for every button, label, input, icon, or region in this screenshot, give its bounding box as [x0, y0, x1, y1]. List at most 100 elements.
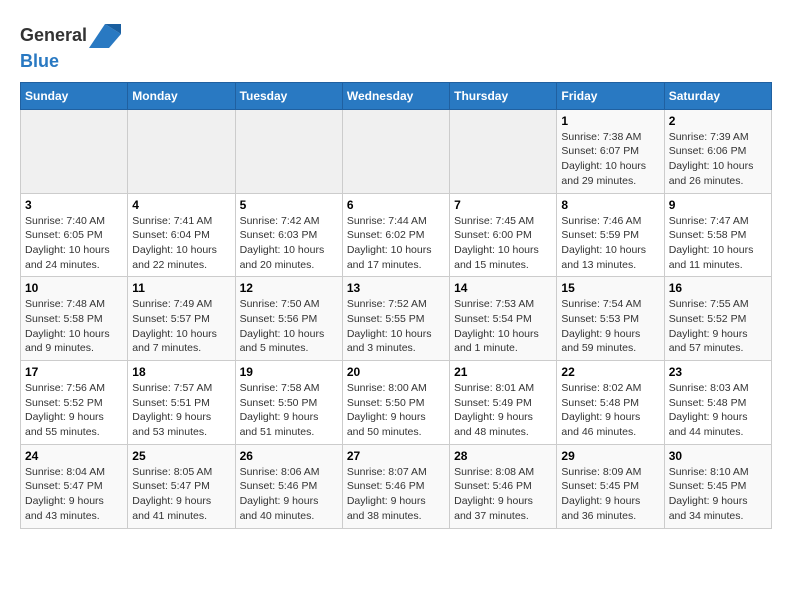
day-cell: 12Sunrise: 7:50 AM Sunset: 5:56 PM Dayli… — [235, 277, 342, 361]
day-number: 26 — [240, 449, 338, 463]
day-cell: 22 Sunrise: 8:02 AM Sunset: 5:48 PM Dayli… — [557, 361, 664, 445]
weekday-header-row: SundayMondayTuesdayWednesdayThursdayFrid… — [21, 82, 772, 109]
day-number: 22 — [561, 365, 659, 379]
day-number: 7 — [454, 198, 552, 212]
day-cell: 30Sunrise: 8:10 AM Sunset: 5:45 PM Dayli… — [664, 444, 771, 528]
day-number: 17 — [25, 365, 123, 379]
week-row-0: 1 Sunrise: 7:38 AM Sunset: 6:07 PM Daylig… — [21, 109, 772, 193]
day-cell: 3 Sunrise: 7:40 AM Sunset: 6:05 PM Daylig… — [21, 193, 128, 277]
page-header: General Blue — [20, 20, 772, 72]
day-cell: 20Sunrise: 8:00 AM Sunset: 5:50 PM Dayli… — [342, 361, 449, 445]
day-number: 16 — [669, 281, 767, 295]
day-info: Sunrise: 7:45 AM Sunset: 6:00 PM Dayligh… — [454, 214, 552, 273]
day-cell: 6 Sunrise: 7:44 AM Sunset: 6:02 PM Daylig… — [342, 193, 449, 277]
day-info: Sunrise: 7:56 AM Sunset: 5:52 PM Dayligh… — [25, 381, 123, 440]
week-row-3: 17 Sunrise: 7:56 AM Sunset: 5:52 PM Dayli… — [21, 361, 772, 445]
calendar-body: 1 Sunrise: 7:38 AM Sunset: 6:07 PM Daylig… — [21, 109, 772, 528]
weekday-tuesday: Tuesday — [235, 82, 342, 109]
day-cell: 16 Sunrise: 7:55 AM Sunset: 5:52 PM Dayli… — [664, 277, 771, 361]
day-number: 28 — [454, 449, 552, 463]
day-cell: 10 Sunrise: 7:48 AM Sunset: 5:58 PM Dayli… — [21, 277, 128, 361]
day-number: 27 — [347, 449, 445, 463]
day-info: Sunrise: 8:01 AM Sunset: 5:49 PM Dayligh… — [454, 381, 552, 440]
day-cell: 21 Sunrise: 8:01 AM Sunset: 5:49 PM Dayli… — [450, 361, 557, 445]
day-info: Sunrise: 8:10 AM Sunset: 5:45 PM Dayligh… — [669, 465, 767, 524]
day-cell: 15Sunrise: 7:54 AM Sunset: 5:53 PM Dayli… — [557, 277, 664, 361]
day-cell — [128, 109, 235, 193]
day-info: Sunrise: 8:05 AM Sunset: 5:47 PM Dayligh… — [132, 465, 230, 524]
day-info: Sunrise: 7:41 AM Sunset: 6:04 PM Dayligh… — [132, 214, 230, 273]
weekday-sunday: Sunday — [21, 82, 128, 109]
day-info: Sunrise: 7:55 AM Sunset: 5:52 PM Dayligh… — [669, 297, 767, 356]
day-cell: 23 Sunrise: 8:03 AM Sunset: 5:48 PM Dayli… — [664, 361, 771, 445]
day-info: Sunrise: 7:57 AM Sunset: 5:51 PM Dayligh… — [132, 381, 230, 440]
day-info: Sunrise: 7:46 AM Sunset: 5:59 PM Dayligh… — [561, 214, 659, 273]
day-cell: 19 Sunrise: 7:58 AM Sunset: 5:50 PM Dayli… — [235, 361, 342, 445]
day-cell: 7 Sunrise: 7:45 AM Sunset: 6:00 PM Daylig… — [450, 193, 557, 277]
day-info: Sunrise: 8:08 AM Sunset: 5:46 PM Dayligh… — [454, 465, 552, 524]
day-number: 19 — [240, 365, 338, 379]
day-cell: 9 Sunrise: 7:47 AM Sunset: 5:58 PM Daylig… — [664, 193, 771, 277]
day-info: Sunrise: 7:49 AM Sunset: 5:57 PM Dayligh… — [132, 297, 230, 356]
day-number: 4 — [132, 198, 230, 212]
day-info: Sunrise: 7:48 AM Sunset: 5:58 PM Dayligh… — [25, 297, 123, 356]
day-number: 12 — [240, 281, 338, 295]
day-cell: 14Sunrise: 7:53 AM Sunset: 5:54 PM Dayli… — [450, 277, 557, 361]
week-row-2: 10 Sunrise: 7:48 AM Sunset: 5:58 PM Dayli… — [21, 277, 772, 361]
day-number: 24 — [25, 449, 123, 463]
logo: General Blue — [20, 20, 121, 72]
day-info: Sunrise: 7:47 AM Sunset: 5:58 PM Dayligh… — [669, 214, 767, 273]
day-number: 13 — [347, 281, 445, 295]
day-info: Sunrise: 8:09 AM Sunset: 5:45 PM Dayligh… — [561, 465, 659, 524]
day-info: Sunrise: 7:52 AM Sunset: 5:55 PM Dayligh… — [347, 297, 445, 356]
day-number: 23 — [669, 365, 767, 379]
day-number: 14 — [454, 281, 552, 295]
day-info: Sunrise: 8:07 AM Sunset: 5:46 PM Dayligh… — [347, 465, 445, 524]
day-cell: 26Sunrise: 8:06 AM Sunset: 5:46 PM Dayli… — [235, 444, 342, 528]
calendar-table: SundayMondayTuesdayWednesdayThursdayFrid… — [20, 82, 772, 529]
day-cell: 5 Sunrise: 7:42 AM Sunset: 6:03 PM Daylig… — [235, 193, 342, 277]
day-info: Sunrise: 7:40 AM Sunset: 6:05 PM Dayligh… — [25, 214, 123, 273]
day-cell: 8 Sunrise: 7:46 AM Sunset: 5:59 PM Daylig… — [557, 193, 664, 277]
day-number: 5 — [240, 198, 338, 212]
weekday-friday: Friday — [557, 82, 664, 109]
day-cell: 28 Sunrise: 8:08 AM Sunset: 5:46 PM Dayli… — [450, 444, 557, 528]
day-info: Sunrise: 8:03 AM Sunset: 5:48 PM Dayligh… — [669, 381, 767, 440]
day-info: Sunrise: 7:54 AM Sunset: 5:53 PM Dayligh… — [561, 297, 659, 356]
day-cell: 11 Sunrise: 7:49 AM Sunset: 5:57 PM Dayli… — [128, 277, 235, 361]
day-cell — [21, 109, 128, 193]
day-cell: 25Sunrise: 8:05 AM Sunset: 5:47 PM Dayli… — [128, 444, 235, 528]
day-number: 21 — [454, 365, 552, 379]
day-number: 3 — [25, 198, 123, 212]
logo-blue: Blue — [20, 51, 59, 71]
day-number: 2 — [669, 114, 767, 128]
week-row-1: 3 Sunrise: 7:40 AM Sunset: 6:05 PM Daylig… — [21, 193, 772, 277]
day-number: 1 — [561, 114, 659, 128]
day-info: Sunrise: 7:42 AM Sunset: 6:03 PM Dayligh… — [240, 214, 338, 273]
weekday-wednesday: Wednesday — [342, 82, 449, 109]
weekday-monday: Monday — [128, 82, 235, 109]
day-cell: 2Sunrise: 7:39 AM Sunset: 6:06 PM Daylig… — [664, 109, 771, 193]
day-number: 6 — [347, 198, 445, 212]
day-number: 10 — [25, 281, 123, 295]
day-cell: 24 Sunrise: 8:04 AM Sunset: 5:47 PM Dayli… — [21, 444, 128, 528]
weekday-thursday: Thursday — [450, 82, 557, 109]
day-info: Sunrise: 8:04 AM Sunset: 5:47 PM Dayligh… — [25, 465, 123, 524]
day-info: Sunrise: 7:38 AM Sunset: 6:07 PM Dayligh… — [561, 130, 659, 189]
day-cell: 27 Sunrise: 8:07 AM Sunset: 5:46 PM Dayli… — [342, 444, 449, 528]
day-info: Sunrise: 7:58 AM Sunset: 5:50 PM Dayligh… — [240, 381, 338, 440]
day-info: Sunrise: 8:00 AM Sunset: 5:50 PM Dayligh… — [347, 381, 445, 440]
day-cell — [342, 109, 449, 193]
day-number: 9 — [669, 198, 767, 212]
day-cell: 18Sunrise: 7:57 AM Sunset: 5:51 PM Dayli… — [128, 361, 235, 445]
logo-text: General Blue — [20, 20, 121, 72]
day-info: Sunrise: 7:44 AM Sunset: 6:02 PM Dayligh… — [347, 214, 445, 273]
day-cell — [235, 109, 342, 193]
day-info: Sunrise: 8:02 AM Sunset: 5:48 PM Dayligh… — [561, 381, 659, 440]
weekday-saturday: Saturday — [664, 82, 771, 109]
day-number: 8 — [561, 198, 659, 212]
day-number: 11 — [132, 281, 230, 295]
day-cell: 29Sunrise: 8:09 AM Sunset: 5:45 PM Dayli… — [557, 444, 664, 528]
logo-general: General — [20, 25, 87, 45]
day-cell: 1 Sunrise: 7:38 AM Sunset: 6:07 PM Daylig… — [557, 109, 664, 193]
